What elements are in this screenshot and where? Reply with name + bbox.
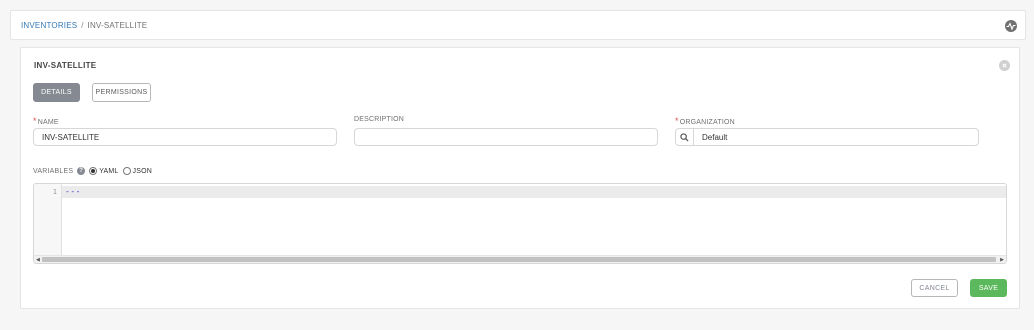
code-content[interactable]: --- xyxy=(65,187,81,196)
scrollbar-thumb[interactable] xyxy=(42,257,996,262)
required-marker: * xyxy=(675,116,679,126)
inventory-form-panel: INV-SATELLITE DETAILS PERMISSIONS *NAME … xyxy=(20,47,1020,309)
breadcrumb-inventories-link[interactable]: INVENTORIES xyxy=(21,21,77,30)
tab-details[interactable]: DETAILS xyxy=(33,83,80,102)
breadcrumb-current: INV-SATELLITE xyxy=(87,20,148,30)
description-input[interactable] xyxy=(354,128,658,146)
breadcrumb-separator: / xyxy=(81,20,84,30)
required-marker: * xyxy=(33,116,37,126)
scroll-left-arrow-icon[interactable]: ◀ xyxy=(36,257,40,263)
cancel-button[interactable]: CANCEL xyxy=(911,279,958,297)
yaml-radio-label[interactable]: YAML xyxy=(99,168,118,175)
variables-row: VARIABLES ? YAML JSON xyxy=(33,165,156,177)
organization-label: *ORGANIZATION xyxy=(675,116,735,126)
json-radio[interactable] xyxy=(122,167,131,175)
variables-code-editor[interactable]: 1 --- ◀ ▶ xyxy=(33,183,1007,264)
organization-input[interactable]: Default xyxy=(694,129,727,145)
help-icon[interactable]: ? xyxy=(77,167,86,175)
breadcrumb-bar: INVENTORIES / INV-SATELLITE xyxy=(10,10,1026,40)
name-label: *NAME xyxy=(33,116,59,126)
description-label: DESCRIPTION xyxy=(354,116,405,123)
close-icon[interactable] xyxy=(999,60,1010,71)
search-icon[interactable] xyxy=(676,129,694,145)
save-button[interactable]: SAVE xyxy=(970,279,1007,297)
activity-stream-icon[interactable] xyxy=(1005,20,1017,32)
line-number: 1 xyxy=(52,188,57,196)
horizontal-scrollbar[interactable]: ◀ ▶ xyxy=(34,255,1006,263)
name-input[interactable]: INV-SATELLITE xyxy=(33,128,337,146)
variables-label: VARIABLES xyxy=(33,167,74,175)
panel-title: INV-SATELLITE xyxy=(34,61,97,70)
scroll-right-arrow-icon[interactable]: ▶ xyxy=(1000,257,1004,263)
json-radio-label[interactable]: JSON xyxy=(133,168,152,175)
yaml-radio[interactable] xyxy=(89,167,98,175)
active-line-highlight xyxy=(62,186,1006,198)
line-number-gutter: 1 xyxy=(34,184,62,256)
organization-lookup: Default xyxy=(675,128,979,146)
tab-permissions[interactable]: PERMISSIONS xyxy=(92,83,151,102)
